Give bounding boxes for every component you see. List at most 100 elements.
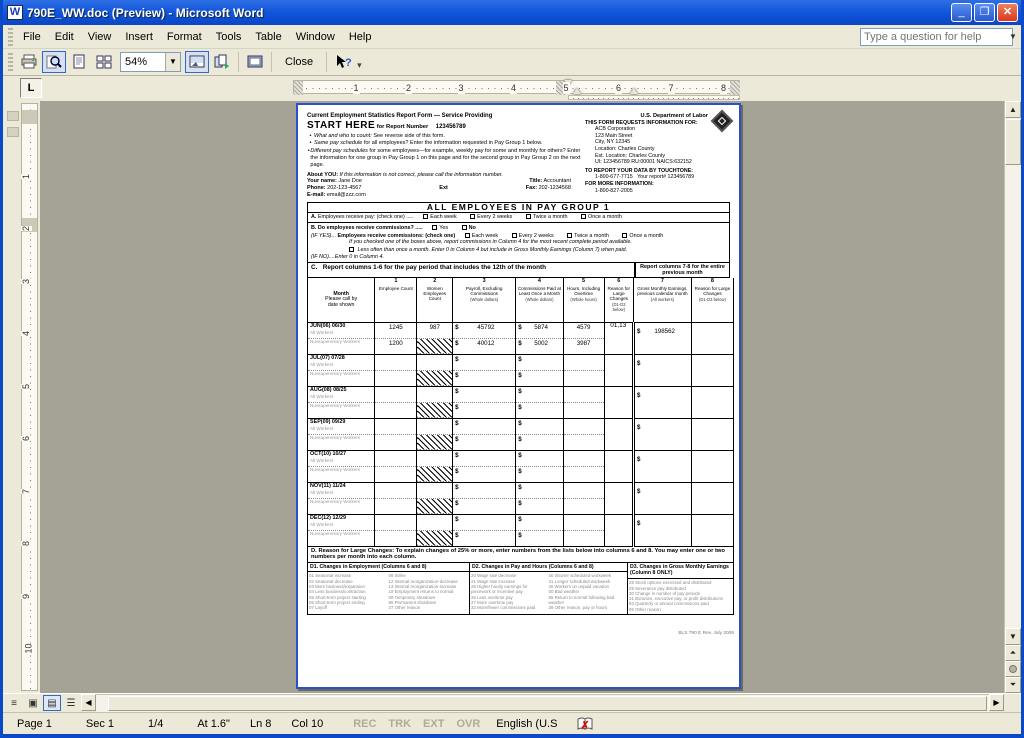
zoom-combo[interactable]: 54% ▼ [120, 52, 181, 72]
scroll-down-icon[interactable]: ▼ [1005, 628, 1021, 645]
reason-box-body: 28 Stock options exercised and distribut… [628, 579, 733, 614]
commissions-cell: $ [516, 530, 563, 546]
payroll-cell: $ [453, 354, 516, 370]
minimize-button[interactable]: _ [951, 3, 972, 22]
ruler-number: 1 [353, 82, 360, 94]
menu-file[interactable]: File [16, 28, 48, 46]
women-count-cell [417, 450, 453, 466]
multiple-pages-button[interactable] [92, 51, 116, 73]
column-header-8: 8Reason for Large Changes(D1-D3 below) [691, 278, 733, 322]
hours-cell [563, 482, 604, 498]
print-button[interactable] [17, 51, 41, 73]
toolbar-grip[interactable] [8, 53, 13, 71]
previous-page-button[interactable]: ⏶ [1005, 645, 1021, 661]
menu-edit[interactable]: Edit [48, 28, 81, 46]
women-count-cell: 987 [417, 322, 453, 338]
tab-selector[interactable]: L [20, 78, 42, 98]
month-label: JUL(07) 07/28 [310, 355, 372, 362]
location: Location: Charles County [585, 146, 730, 153]
month-cell: Nonsupervisory Workers [308, 498, 375, 514]
one-page-button[interactable] [67, 51, 91, 73]
ruler-number: 4 [510, 82, 517, 94]
view-ruler-button[interactable] [185, 51, 209, 73]
month-cell: Nonsupervisory Workers [308, 530, 375, 546]
full-screen-button[interactable] [243, 51, 267, 73]
magnifier-button[interactable] [42, 51, 66, 73]
status-ovr-toggle[interactable]: OVR [450, 718, 486, 730]
scroll-up-icon[interactable]: ▲ [1005, 101, 1021, 118]
restore-button[interactable]: ❐ [974, 3, 995, 22]
next-page-button[interactable]: ⏷ [1005, 677, 1021, 693]
column-header-7: 7Gross Monthly Earnings, previous calend… [634, 278, 692, 322]
chevron-down-icon[interactable]: ▼ [1009, 29, 1017, 45]
reason-code-cell: 01,13 [604, 322, 633, 354]
view-ruler-icon [189, 54, 205, 70]
vertical-scroll-track[interactable] [1005, 165, 1021, 628]
month-label: DEC(12) 12/29 [310, 515, 372, 522]
menubar-grip[interactable] [8, 28, 13, 46]
touchtone-label: TO REPORT YOUR DATA BY TOUCHTONE: [585, 168, 730, 175]
month-cell: NOV(11) 11/24All Workers [308, 482, 375, 498]
vertical-scroll-thumb[interactable] [1005, 119, 1021, 165]
horizontal-scroll-thumb[interactable] [108, 696, 987, 711]
menu-insert[interactable]: Insert [118, 28, 160, 46]
close-preview-button[interactable]: Close [276, 51, 322, 73]
ext-label: Ext [439, 185, 448, 192]
menu-tools[interactable]: Tools [209, 28, 249, 46]
normal-view-button[interactable]: ≡ [5, 695, 23, 711]
statusbar: Page 1 Sec 1 1/4 At 1.6" Ln 8 Col 10 REC… [3, 712, 1021, 734]
right-indent-marker[interactable] [630, 88, 638, 94]
company-address2: City, NY 12345 [585, 139, 730, 146]
start-here-label: START HERE [307, 120, 375, 131]
hatched-cell [417, 530, 453, 546]
status-trk-toggle[interactable]: TRK [382, 718, 417, 730]
women-count-cell [417, 418, 453, 434]
menu-format[interactable]: Format [160, 28, 209, 46]
payroll-cell: $ [453, 530, 516, 546]
menu-view[interactable]: View [81, 28, 119, 46]
full-screen-icon [247, 54, 263, 70]
status-ext-toggle[interactable]: EXT [417, 718, 450, 730]
ruler-number: 4 [21, 331, 32, 336]
spelling-grammar-status-icon[interactable]: ✗ [577, 717, 595, 731]
ruler-number: 7 [21, 488, 32, 493]
close-window-button[interactable]: ✕ [997, 3, 1018, 22]
select-browse-object-button[interactable] [1005, 661, 1021, 677]
help-button[interactable]: ? [331, 51, 355, 73]
svg-text:?: ? [345, 57, 352, 69]
reason-item: 39 Other reason, pay or hours [549, 605, 627, 610]
chevron-down-icon[interactable]: ▼ [165, 53, 180, 71]
scroll-left-icon[interactable]: ◀ [81, 694, 96, 711]
employee-count-cell [375, 514, 417, 530]
help-question-input[interactable] [861, 31, 1009, 43]
column-header-2: 2Women Employees Count [417, 278, 453, 322]
menu-table[interactable]: Table [248, 28, 288, 46]
payroll-cell: $ [453, 418, 516, 434]
month-cell: AUG(08) 08/25All Workers [308, 386, 375, 402]
scroll-right-icon[interactable]: ▶ [989, 694, 1004, 711]
id-numbers: UI: 123456789 RU:00001 NAICS:632152 [585, 159, 730, 166]
hanging-indent-marker[interactable] [573, 88, 581, 94]
reason-box-header: D2. Changes in Pay and Hours (Columns 6 … [470, 563, 627, 573]
shrink-to-fit-button[interactable] [210, 51, 234, 73]
horizontal-ruler: 12345678 [293, 80, 740, 94]
menu-window[interactable]: Window [289, 28, 342, 46]
vertical-scrollbar[interactable]: ▲ ▼ ⏶ ⏷ [1004, 101, 1021, 693]
print-layout-view-button[interactable]: ▤ [43, 695, 61, 711]
reason-code-8-cell [691, 514, 733, 546]
status-language[interactable]: English (U.S [486, 718, 567, 730]
menu-help[interactable]: Help [342, 28, 379, 46]
status-rec-toggle[interactable]: REC [347, 718, 382, 730]
section-a: A. Employees receive pay: (check one) ..… [307, 213, 730, 224]
outline-view-button[interactable]: ☰ [62, 695, 80, 711]
one-page-icon [71, 54, 87, 70]
table-row: NOV(11) 11/24All Workers$$$ [308, 482, 734, 498]
gross-earnings-cell: $ [634, 386, 692, 418]
horizontal-scroll-track[interactable] [96, 694, 989, 712]
table-row: JUN(06) 06/30All Workers1245987$45792$58… [308, 322, 734, 338]
web-layout-view-button[interactable]: ▣ [24, 695, 42, 711]
month-cell: Nonsupervisory Workers [308, 434, 375, 450]
help-question-box[interactable]: ▼ [860, 28, 1013, 46]
zoom-value[interactable]: 54% [121, 56, 165, 68]
toolbar-options-icon[interactable]: ▾ [356, 54, 365, 71]
